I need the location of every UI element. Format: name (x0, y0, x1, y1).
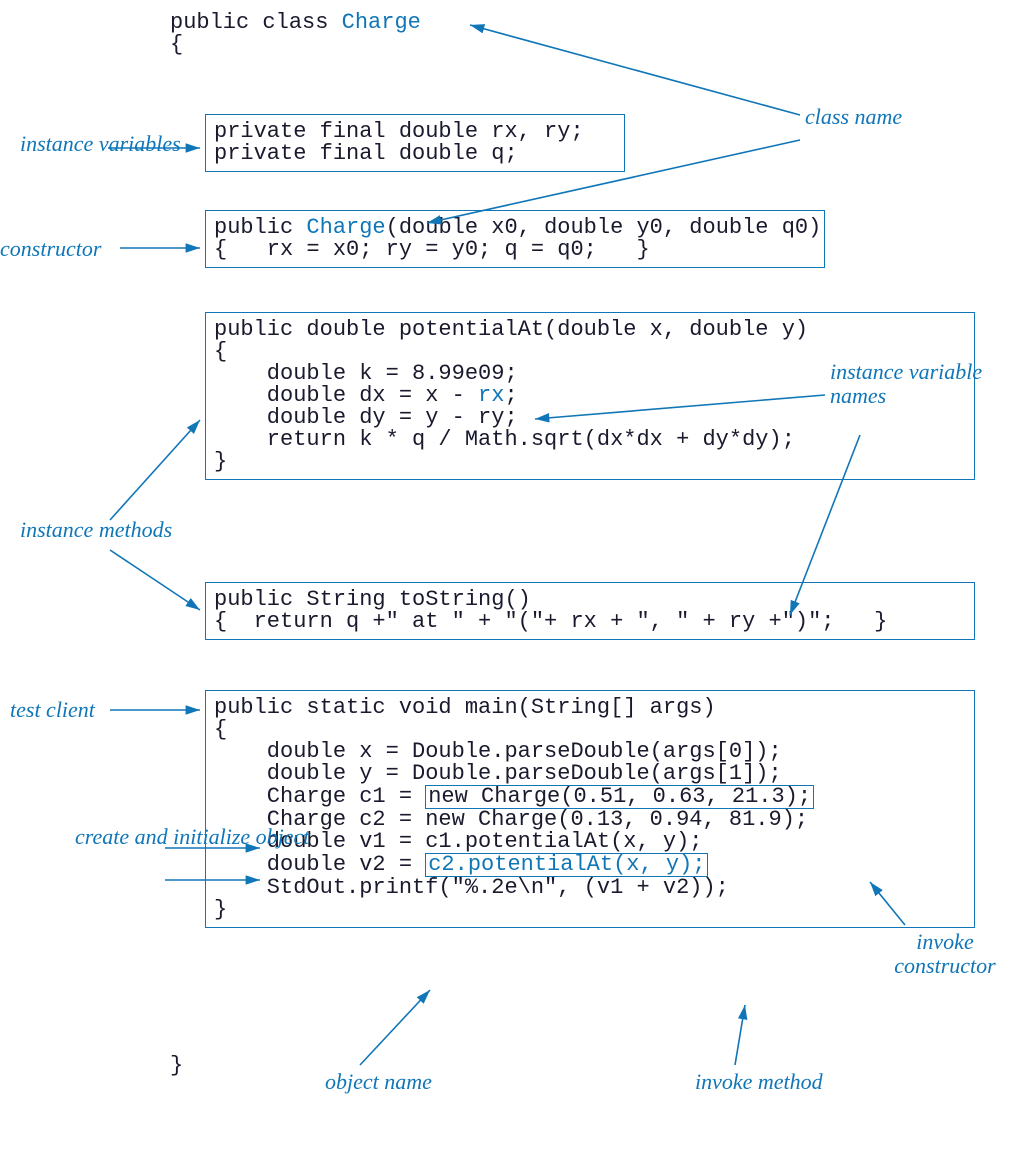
class-open-brace: { (170, 34, 421, 56)
class-close-brace: } (170, 1055, 183, 1077)
main-l3-new-box: new Charge(0.51, 0.63, 21.3); (425, 785, 814, 809)
constructor-box: public Charge(double x0, double y0, doub… (205, 210, 825, 268)
pa-close: } (214, 451, 966, 473)
label-instance-methods: instance methods (20, 518, 172, 542)
tostring-box: public String toString() { return q +" a… (205, 582, 975, 640)
main-close: } (214, 899, 966, 921)
pa-l3: double dy = y - ry; (214, 407, 966, 429)
pa-sig: public double potentialAt(double x, doub… (214, 319, 966, 341)
main-open: { (214, 719, 966, 741)
label-test-client: test client (10, 698, 95, 722)
instance-variables-box: private final double rx, ry; private fin… (205, 114, 625, 172)
class-decl-prefix: public class (170, 10, 342, 35)
label-class-name: class name (805, 105, 902, 129)
main-l6-call-box: c2.potentialAt(x, y); (425, 853, 708, 877)
pa-l4: return k * q / Math.sqrt(dx*dx + dy*dy); (214, 429, 966, 451)
main-l5: double v1 = c1.potentialAt(x, y); (214, 831, 966, 853)
arrow-classname-to-decl (470, 25, 800, 115)
main-l2: double y = Double.parseDouble(args[1]); (214, 763, 966, 785)
main-l6a: double v2 = (214, 852, 425, 877)
arrow-instmeth-1 (110, 420, 200, 520)
label-object-name: object name (325, 1070, 432, 1094)
class-name-token: Charge (342, 10, 421, 35)
main-l4: Charge c2 = new Charge(0.13, 0.94, 81.9)… (214, 809, 966, 831)
class-declaration: public class Charge { (170, 12, 421, 56)
ts-body: { return q +" at " + "("+ rx + ", " + ry… (214, 611, 966, 633)
arrow-object-name (360, 990, 430, 1065)
label-invoke-method: invoke method (695, 1070, 823, 1094)
testclient-box: public static void main(String[] args) {… (205, 690, 975, 928)
label-invoke-constructor: invoke constructor (870, 930, 1020, 978)
main-l3a: Charge c1 = (214, 784, 425, 809)
label-instance-variables: instance variables (20, 132, 181, 156)
label-instance-variable-names: instance variable names (830, 360, 1020, 408)
ivar-line2: private final double q; (214, 143, 616, 165)
ts-sig: public String toString() (214, 589, 966, 611)
label-create-initialize: create and initialize object (75, 825, 309, 849)
main-l7: StdOut.printf("%.2e\n", (v1 + v2)); (214, 877, 966, 899)
label-constructor: constructor (0, 237, 101, 261)
arrows-overlay (0, 0, 1020, 1160)
arrow-invoke-method (735, 1005, 745, 1065)
arrow-instmeth-2 (110, 550, 200, 610)
ivar-line1: private final double rx, ry; (214, 121, 616, 143)
main-sig: public static void main(String[] args) (214, 697, 966, 719)
main-l1: double x = Double.parseDouble(args[0]); (214, 741, 966, 763)
ctor-body: { rx = x0; ry = y0; q = q0; } (214, 239, 816, 261)
